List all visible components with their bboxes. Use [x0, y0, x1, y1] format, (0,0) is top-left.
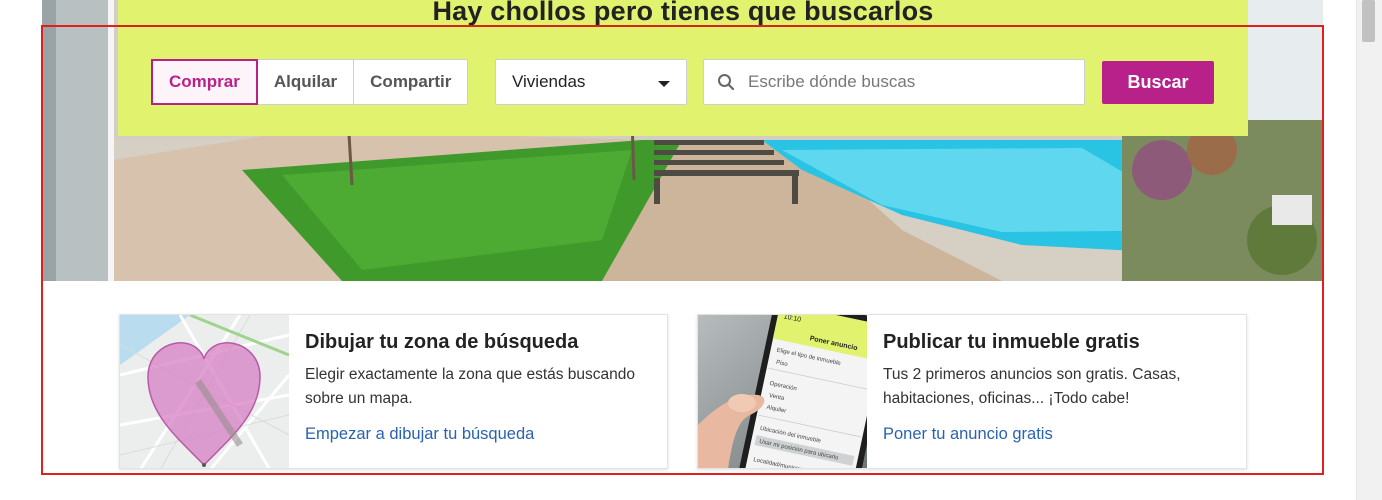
card-title: Dibujar tu zona de búsqueda — [305, 331, 579, 353]
page-title: Hay chollos pero tienes que buscarlos — [432, 0, 934, 26]
post-ad-link[interactable]: Poner tu anuncio gratis — [883, 425, 1243, 444]
card-body: Dibujar tu zona de búsqueda Elegir exact… — [289, 315, 667, 468]
property-type-value: Viviendas — [512, 72, 586, 91]
tab-compartir[interactable]: Compartir — [354, 60, 467, 104]
tab-comprar[interactable]: Comprar — [151, 59, 258, 105]
location-search-field[interactable] — [703, 59, 1085, 105]
page: Hay chollos pero tienes que buscarlos Co… — [0, 0, 1382, 500]
draw-search-card[interactable]: Dibujar tu zona de búsqueda Elegir exact… — [119, 314, 668, 469]
search-icon — [704, 60, 748, 104]
map-heart-image — [120, 315, 289, 468]
location-search-input[interactable] — [748, 72, 1068, 92]
vertical-scrollbar[interactable] — [1356, 0, 1382, 500]
search-button[interactable]: Buscar — [1102, 61, 1214, 104]
tab-alquilar[interactable]: Alquilar — [258, 60, 355, 104]
operation-selector: Comprar Alquilar Compartir — [151, 59, 469, 105]
publish-property-card[interactable]: 10:10 Poner anuncio Elige el tipo de inm… — [697, 314, 1247, 469]
phone-app-image: 10:10 Poner anuncio Elige el tipo de inm… — [698, 315, 867, 468]
scrollbar-thumb[interactable] — [1362, 0, 1375, 42]
start-drawing-link[interactable]: Empezar a dibujar tu búsqueda — [305, 425, 665, 444]
card-description: Tus 2 primeros anuncios son gratis. Casa… — [883, 366, 1181, 407]
search-panel: Hay chollos pero tienes que buscarlos Co… — [118, 0, 1248, 136]
property-type-select[interactable]: Viviendas — [495, 59, 687, 105]
card-title: Publicar tu inmueble gratis — [883, 331, 1140, 353]
card-body: Publicar tu inmueble gratis Tus 2 primer… — [867, 315, 1246, 468]
card-description: Elegir exactamente la zona que estás bus… — [305, 366, 636, 407]
chevron-down-icon — [658, 81, 670, 87]
